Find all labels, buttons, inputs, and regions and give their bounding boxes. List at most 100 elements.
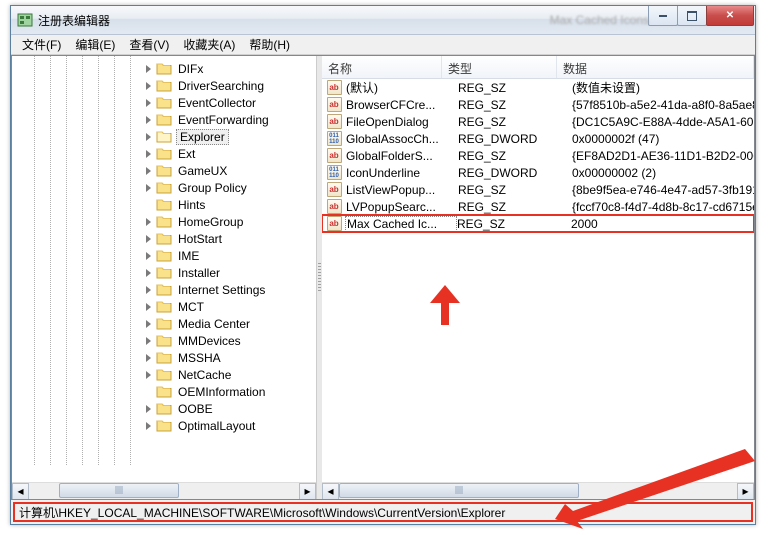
tree-label: NetCache: [176, 368, 233, 382]
tree-item-driversearching[interactable]: DriverSearching: [12, 77, 316, 94]
expander-icon[interactable]: [142, 352, 154, 364]
cell-name: LVPopupSearc...: [346, 200, 458, 214]
scroll-track[interactable]: [339, 483, 737, 500]
menu-help[interactable]: 帮助(H): [242, 34, 297, 55]
cell-type: REG_SZ: [458, 81, 572, 95]
expander-icon[interactable]: [142, 250, 154, 262]
tree-label: Hints: [176, 198, 207, 212]
expander-icon[interactable]: [142, 80, 154, 92]
tree-item-ime[interactable]: IME: [12, 247, 316, 264]
scroll-left-button[interactable]: ◂: [322, 483, 339, 500]
expander-icon[interactable]: [142, 403, 154, 415]
expander-icon[interactable]: [142, 63, 154, 75]
reg-string-icon: ab: [326, 114, 342, 130]
tree-item-netcache[interactable]: NetCache: [12, 366, 316, 383]
value-row[interactable]: abListViewPopup...REG_SZ{8be9f5ea-e746-4…: [322, 181, 754, 198]
tree-item-oobe[interactable]: OOBE: [12, 400, 316, 417]
tree-hscrollbar[interactable]: ◂ ▸: [12, 482, 316, 499]
tree-label: Media Center: [176, 317, 252, 331]
menu-view[interactable]: 查看(V): [122, 34, 176, 55]
window-title: 注册表编辑器: [38, 12, 535, 29]
expander-icon[interactable]: [142, 233, 154, 245]
expander-icon[interactable]: [142, 284, 154, 296]
value-row[interactable]: 011110GlobalAssocCh...REG_DWORD0x0000002…: [322, 130, 754, 147]
reg-dword-icon: 011110: [326, 165, 342, 181]
column-header-name[interactable]: 名称: [322, 56, 442, 78]
list-pane[interactable]: 名称 类型 数据 ab(默认)REG_SZ(数值未设置)abBrowserCFC…: [322, 56, 754, 499]
expander-icon[interactable]: [142, 335, 154, 347]
tree-item-internet-settings[interactable]: Internet Settings: [12, 281, 316, 298]
tree-body[interactable]: DIFxDriverSearchingEventCollectorEventFo…: [12, 56, 316, 482]
cell-type: REG_SZ: [458, 200, 572, 214]
menubar: 文件(F) 编辑(E) 查看(V) 收藏夹(A) 帮助(H): [11, 35, 755, 55]
tree-item-hints[interactable]: Hints: [12, 196, 316, 213]
cell-name: (默认): [346, 79, 458, 96]
menu-file[interactable]: 文件(F): [15, 34, 68, 55]
cell-data: {fccf70c8-f4d7-4d8b-8c17-cd6715e: [572, 200, 754, 214]
cell-data: 2000: [571, 217, 754, 231]
expander-icon[interactable]: [142, 182, 154, 194]
expander-icon[interactable]: [142, 369, 154, 381]
expander-icon[interactable]: [142, 216, 154, 228]
tree-pane[interactable]: DIFxDriverSearchingEventCollectorEventFo…: [12, 56, 317, 499]
value-row[interactable]: abMax Cached Ic...REG_SZ2000: [322, 215, 754, 232]
cell-name: BrowserCFCre...: [346, 98, 458, 112]
tree-item-media-center[interactable]: Media Center: [12, 315, 316, 332]
menu-favorites[interactable]: 收藏夹(A): [176, 34, 242, 55]
tree-item-eventcollector[interactable]: EventCollector: [12, 94, 316, 111]
tree-item-gameux[interactable]: GameUX: [12, 162, 316, 179]
tree-item-installer[interactable]: Installer: [12, 264, 316, 281]
tree-item-mssha[interactable]: MSSHA: [12, 349, 316, 366]
expander-icon[interactable]: [142, 318, 154, 330]
tree-item-mct[interactable]: MCT: [12, 298, 316, 315]
value-row[interactable]: abBrowserCFCre...REG_SZ{57f8510b-a5e2-41…: [322, 96, 754, 113]
column-header-data[interactable]: 数据: [557, 56, 754, 78]
value-row[interactable]: abGlobalFolderS...REG_SZ{EF8AD2D1-AE36-1…: [322, 147, 754, 164]
expander-icon[interactable]: [142, 97, 154, 109]
value-row[interactable]: abLVPopupSearc...REG_SZ{fccf70c8-f4d7-4d…: [322, 198, 754, 215]
column-header-type[interactable]: 类型: [442, 56, 557, 78]
expander-icon[interactable]: [142, 148, 154, 160]
scroll-right-button[interactable]: ▸: [737, 483, 754, 500]
value-row[interactable]: 011110IconUnderlineREG_DWORD0x00000002 (…: [322, 164, 754, 181]
expander-icon[interactable]: [142, 114, 154, 126]
scroll-right-button[interactable]: ▸: [299, 483, 316, 500]
maximize-button[interactable]: [677, 6, 707, 26]
cell-name: FileOpenDialog: [346, 115, 458, 129]
value-row[interactable]: ab(默认)REG_SZ(数值未设置): [322, 79, 754, 96]
expander-icon[interactable]: [142, 301, 154, 313]
tree-label: MCT: [176, 300, 206, 314]
tree-item-hotstart[interactable]: HotStart: [12, 230, 316, 247]
minimize-button[interactable]: [648, 6, 678, 26]
scroll-left-button[interactable]: ◂: [12, 483, 29, 500]
statusbar-path: 计算机\HKEY_LOCAL_MACHINE\SOFTWARE\Microsof…: [13, 502, 753, 522]
tree-item-group-policy[interactable]: Group Policy: [12, 179, 316, 196]
close-button[interactable]: [706, 6, 754, 26]
tree-item-difx[interactable]: DIFx: [12, 60, 316, 77]
tree-item-mmdevices[interactable]: MMDevices: [12, 332, 316, 349]
tree-item-explorer[interactable]: Explorer: [12, 128, 316, 145]
tree-item-homegroup[interactable]: HomeGroup: [12, 213, 316, 230]
tree-item-eventforwarding[interactable]: EventForwarding: [12, 111, 316, 128]
list-header: 名称 类型 数据: [322, 56, 754, 79]
tree-item-optimallayout[interactable]: OptimalLayout: [12, 417, 316, 434]
value-row[interactable]: abFileOpenDialogREG_SZ{DC1C5A9C-E88A-4dd…: [322, 113, 754, 130]
expander-icon[interactable]: [142, 420, 154, 432]
list-body[interactable]: ab(默认)REG_SZ(数值未设置)abBrowserCFCre...REG_…: [322, 79, 754, 482]
tree-item-ext[interactable]: Ext: [12, 145, 316, 162]
scroll-track[interactable]: [29, 483, 299, 500]
titlebar[interactable]: 注册表编辑器 Max Cached Icons: [11, 6, 755, 35]
tree-item-oeminformation[interactable]: OEMInformation: [12, 383, 316, 400]
content-area: DIFxDriverSearchingEventCollectorEventFo…: [11, 55, 755, 500]
list-hscrollbar[interactable]: ◂ ▸: [322, 482, 754, 499]
cell-type: REG_SZ: [458, 183, 572, 197]
tree-label: Installer: [176, 266, 222, 280]
scroll-thumb[interactable]: [339, 483, 579, 498]
cell-name: IconUnderline: [346, 166, 458, 180]
expander-icon[interactable]: [142, 267, 154, 279]
expander-icon[interactable]: [142, 165, 154, 177]
window-title-extra: Max Cached Icons: [550, 13, 649, 27]
scroll-thumb[interactable]: [59, 483, 179, 498]
menu-edit[interactable]: 编辑(E): [68, 34, 122, 55]
expander-icon[interactable]: [142, 131, 154, 143]
